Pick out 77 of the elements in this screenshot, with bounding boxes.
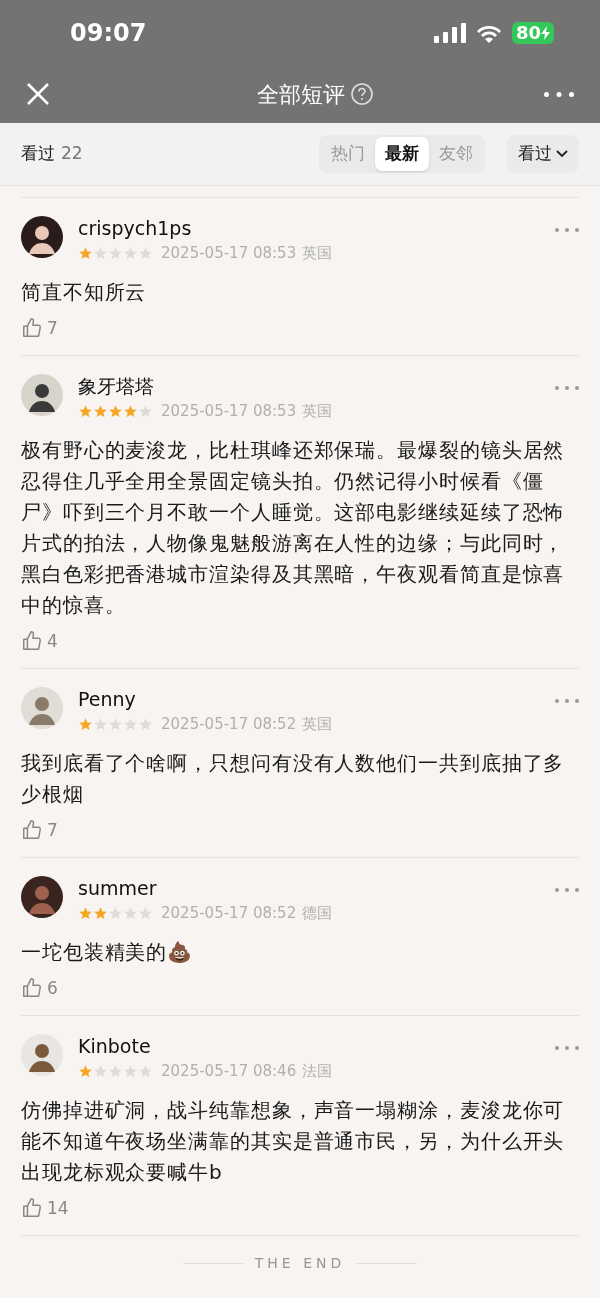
username[interactable]: Kinbote <box>78 1034 333 1058</box>
more-icon[interactable] <box>544 91 574 97</box>
chevron-down-icon <box>556 150 568 158</box>
sort-tab[interactable]: 最新 <box>375 137 429 171</box>
filled-star-icon <box>123 403 138 419</box>
filled-star-icon <box>108 403 123 419</box>
review-region: 英国 <box>302 243 333 264</box>
help-icon[interactable] <box>351 83 373 105</box>
empty-star-icon <box>93 716 108 732</box>
review-text: 极有野心的麦浚龙，比杜琪峰还郑保瑞。最爆裂的镜头居然忍得住几乎全用全景固定镜头拍。仍然记得小时候看《僵尸》吓到三个月不敢一个人睡觉。这部电影继续延续了恐怖片式的拍法，人物像鬼魅般游离在人性的边缘；与此同时，黑白色彩把香港城市渲染得及其黑暗，午夜观看简直是惊喜中的惊喜。 <box>21 436 566 619</box>
empty-star-icon <box>108 905 123 921</box>
clock: 09:07 <box>70 17 147 49</box>
review-text: 仿佛掉进矿洞，战斗纯靠想象，声音一塌糊涂，麦浚龙你可能不知道午夜场坐满靠的其实是普通市民，另，为什么开头出现龙标观众要喊牛b <box>21 1096 566 1186</box>
review-date: 2025-05-17 08:53 <box>161 243 297 264</box>
empty-star-icon <box>93 245 108 261</box>
empty-star-icon <box>123 905 138 921</box>
review-text: 我到底看了个啥啊，只想问有没有人数他们一共到底抽了多少根烟 <box>21 749 566 808</box>
end-label: THE END <box>254 1254 346 1273</box>
empty-star-icon <box>108 716 123 732</box>
more-icon[interactable] <box>555 699 579 703</box>
close-icon[interactable] <box>26 82 50 106</box>
thumbs-up-icon[interactable] <box>21 1197 43 1220</box>
avatar[interactable] <box>21 216 63 258</box>
avatar[interactable] <box>21 876 63 918</box>
empty-star-icon <box>138 403 153 419</box>
filled-star-icon <box>93 905 108 921</box>
battery-level: 80 <box>515 23 541 42</box>
review-region: 法国 <box>302 1061 333 1082</box>
review-date: 2025-05-17 08:52 <box>161 714 297 735</box>
empty-star-icon <box>93 1063 108 1079</box>
filled-star-icon <box>78 905 93 921</box>
like-count: 7 <box>47 316 58 340</box>
review-text: 一坨包装精美的💩 <box>21 938 195 966</box>
empty-star-icon <box>138 905 153 921</box>
thumbs-up-icon[interactable] <box>21 819 43 842</box>
thumbs-up-icon[interactable] <box>21 977 43 1000</box>
review-date: 2025-05-17 08:46 <box>161 1061 297 1082</box>
empty-star-icon <box>108 245 123 261</box>
review-region: 德国 <box>302 903 333 924</box>
review-region: 英国 <box>302 401 333 422</box>
empty-star-icon <box>138 716 153 732</box>
like-count: 14 <box>47 1196 69 1220</box>
filled-star-icon <box>78 245 93 261</box>
filter-dropdown[interactable]: 看过 <box>507 135 579 173</box>
empty-star-icon <box>138 245 153 261</box>
filled-star-icon <box>93 403 108 419</box>
filled-star-icon <box>78 716 93 732</box>
thumbs-up-icon[interactable] <box>21 630 43 653</box>
username[interactable]: crispych1ps <box>78 216 333 240</box>
empty-star-icon <box>138 1063 153 1079</box>
charging-icon <box>541 25 550 40</box>
review-date: 2025-05-17 08:53 <box>161 401 297 422</box>
more-icon[interactable] <box>555 386 579 390</box>
review-text: 简直不知所云 <box>21 278 148 306</box>
review-date: 2025-05-17 08:52 <box>161 903 297 924</box>
empty-star-icon <box>108 1063 123 1079</box>
like-count: 6 <box>47 976 58 1000</box>
empty-star-icon <box>123 716 138 732</box>
more-icon[interactable] <box>555 228 579 232</box>
like-count: 7 <box>47 818 58 842</box>
filled-star-icon <box>78 403 93 419</box>
empty-star-icon <box>123 1063 138 1079</box>
username[interactable]: summer <box>78 876 333 900</box>
signal-icon <box>433 22 466 43</box>
more-icon[interactable] <box>555 888 579 892</box>
review-region: 英国 <box>302 714 333 735</box>
page-title: 全部短评 <box>257 80 345 109</box>
watched-count: 22 <box>61 142 83 166</box>
like-count: 4 <box>47 629 58 653</box>
avatar[interactable] <box>21 374 63 416</box>
username[interactable]: 象牙塔塔 <box>78 374 333 398</box>
empty-star-icon <box>123 245 138 261</box>
thumbs-up-icon[interactable] <box>21 317 43 340</box>
username[interactable]: Penny <box>78 687 333 711</box>
more-icon[interactable] <box>555 1046 579 1050</box>
watched-label: 看过 <box>21 142 55 166</box>
filled-star-icon <box>78 1063 93 1079</box>
